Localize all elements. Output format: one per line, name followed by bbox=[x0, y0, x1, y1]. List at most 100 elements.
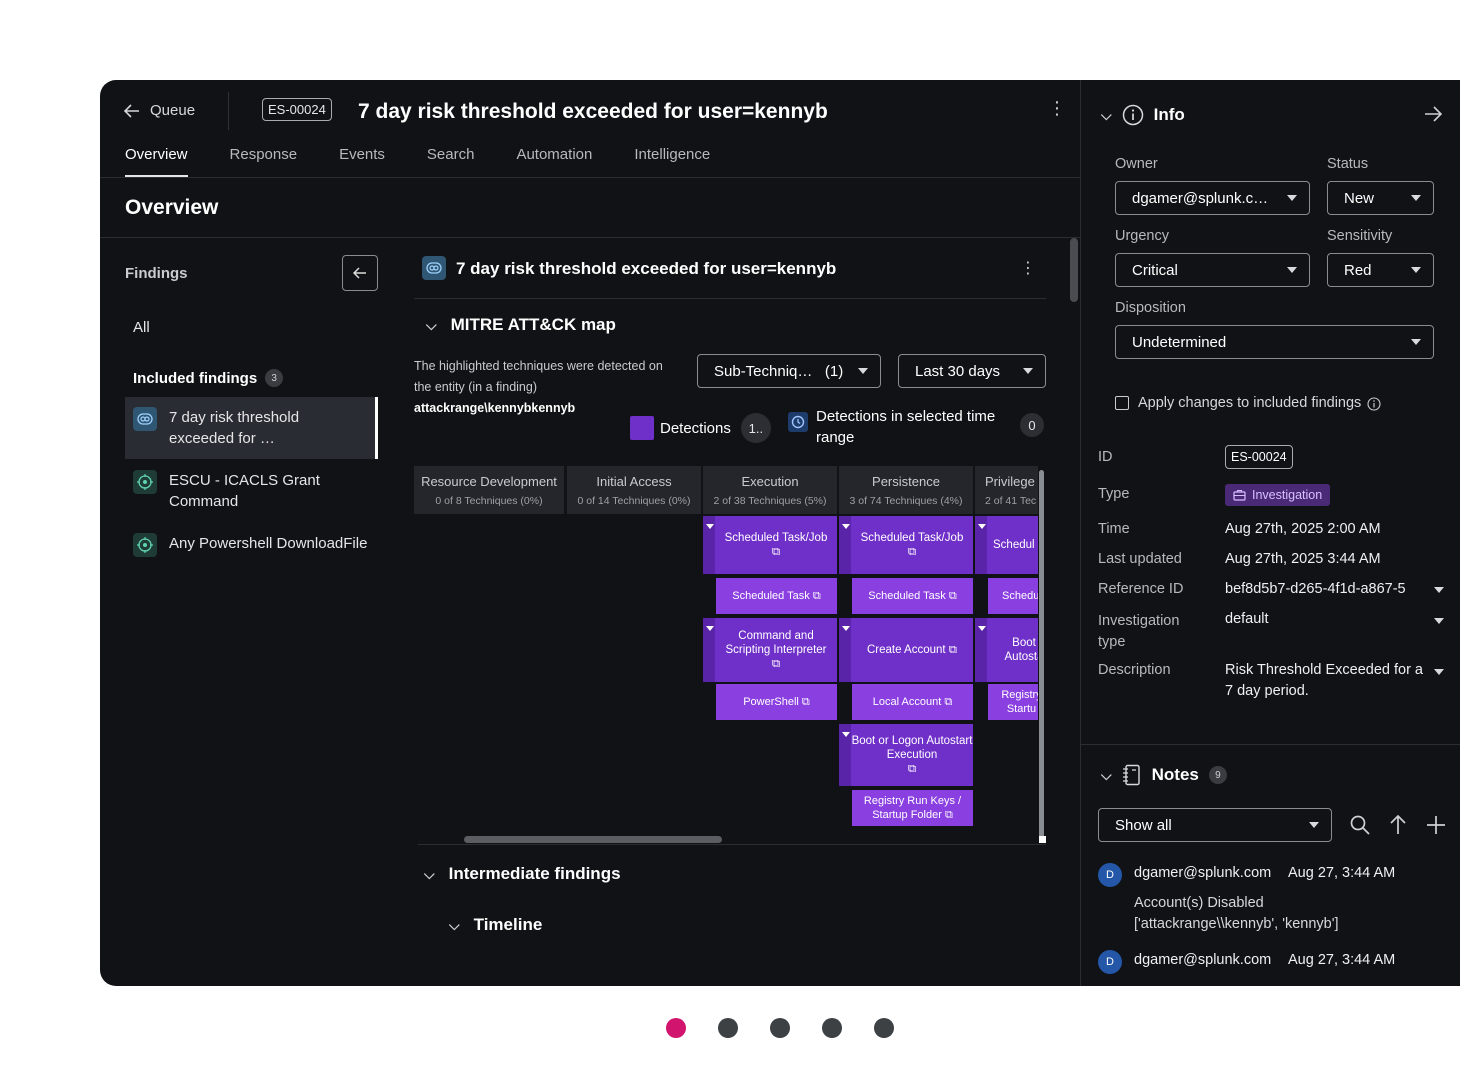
description-value: Risk Threshold Exceeded for a 7 day peri… bbox=[1225, 662, 1424, 699]
technique-cell[interactable]: Scheduled Task/Job ⧉ bbox=[703, 516, 837, 574]
column-header: Initial Access 0 of 14 Techniques (0%) bbox=[567, 466, 701, 514]
finding-item[interactable]: 7 day risk threshold exceeded for … bbox=[125, 397, 378, 459]
info-toggle[interactable]: ⌵ Info bbox=[1101, 104, 1185, 126]
finding-item[interactable]: ESCU - ICACLS Grant Command bbox=[125, 460, 378, 522]
status-dropdown[interactable]: New bbox=[1327, 181, 1434, 215]
external-link-icon: ⧉ bbox=[907, 546, 917, 558]
notes-filter-dropdown[interactable]: Show all bbox=[1098, 808, 1332, 842]
subtechnique-label: Registry Startu bbox=[1001, 689, 1038, 715]
plus-icon[interactable] bbox=[1427, 816, 1445, 834]
status-label: Status bbox=[1327, 156, 1369, 172]
type-label: Type bbox=[1098, 486, 1130, 502]
status-value: New bbox=[1344, 189, 1375, 207]
detection-icon bbox=[133, 470, 157, 494]
page-title: 7 day risk threshold exceeded for user=k… bbox=[358, 100, 828, 123]
carousel-dot[interactable] bbox=[770, 1018, 790, 1038]
carousel-dot[interactable] bbox=[822, 1018, 842, 1038]
findings-heading: Findings bbox=[125, 265, 188, 282]
id-value: ES-00024 bbox=[1225, 445, 1293, 469]
caret-down-icon bbox=[842, 626, 850, 631]
technique-cell[interactable]: Schedul bbox=[975, 516, 1038, 574]
arrow-up-icon[interactable] bbox=[1389, 815, 1407, 835]
legend-detections-label: Detections bbox=[660, 419, 731, 437]
findings-all[interactable]: All bbox=[133, 319, 150, 336]
urgency-dropdown[interactable]: Critical bbox=[1115, 253, 1310, 287]
kebab-icon[interactable]: ⋮ bbox=[1048, 98, 1066, 119]
owner-dropdown[interactable]: dgamer@splunk.c… bbox=[1115, 181, 1310, 215]
time-range-dropdown[interactable]: Last 30 days bbox=[898, 354, 1046, 388]
arrow-left-icon bbox=[124, 103, 139, 118]
technique-cell[interactable]: Command and Scripting Interpreter ⧉ bbox=[703, 618, 837, 682]
caret-down-icon bbox=[1411, 267, 1421, 273]
included-findings-count: 3 bbox=[265, 369, 284, 387]
tab-events[interactable]: Events bbox=[339, 146, 385, 177]
back-to-queue-button[interactable]: Queue bbox=[124, 102, 195, 119]
mitre-toggle[interactable]: ⌵ MITRE ATT&CK map bbox=[426, 315, 616, 335]
technique-cell[interactable]: Boot or Logon Autostart Execution ⧉ bbox=[839, 724, 973, 786]
carousel-dot[interactable] bbox=[874, 1018, 894, 1038]
subtechnique-cell[interactable]: PowerShell ⧉ bbox=[716, 684, 837, 720]
column-stats: 0 of 8 Techniques (0%) bbox=[435, 495, 543, 507]
subtechnique-cell[interactable]: Local Account ⧉ bbox=[852, 684, 973, 720]
note-text: Account(s) Disabled ['attackrange\\kenny… bbox=[1134, 895, 1339, 932]
note-time: Aug 27, 3:44 AM bbox=[1288, 865, 1396, 881]
collapse-findings-button[interactable] bbox=[342, 255, 378, 291]
sensitivity-dropdown[interactable]: Red bbox=[1327, 253, 1434, 287]
info-icon[interactable] bbox=[1367, 396, 1381, 411]
tab-intelligence[interactable]: Intelligence bbox=[634, 146, 710, 177]
intermediate-findings-toggle[interactable]: ⌵ Intermediate findings bbox=[424, 864, 621, 884]
notes-toggle[interactable]: ⌵ Notes 9 bbox=[1101, 764, 1227, 786]
subtechnique-cell[interactable]: Registry Startu bbox=[988, 684, 1038, 720]
subtechnique-cell[interactable]: Registry Run Keys / Startup Folder ⧉ bbox=[852, 790, 973, 826]
tab-overview[interactable]: Overview bbox=[125, 146, 188, 177]
column-name: Privilege bbox=[985, 474, 1035, 489]
carousel-dot[interactable] bbox=[718, 1018, 738, 1038]
column-stats: 2 of 38 Techniques (5%) bbox=[713, 495, 827, 507]
technique-cell[interactable]: Scheduled Task/Job ⧉ bbox=[839, 516, 973, 574]
info-icon bbox=[1122, 104, 1143, 126]
subtechnique-label: Scheduled Task ⧉ bbox=[732, 590, 821, 602]
avatar: D bbox=[1098, 950, 1122, 974]
info-heading: Info bbox=[1153, 105, 1185, 124]
caret-down-icon bbox=[1309, 822, 1319, 828]
search-icon[interactable] bbox=[1350, 815, 1370, 835]
tab-search[interactable]: Search bbox=[427, 146, 475, 177]
grid-horizontal-scrollbar[interactable] bbox=[464, 836, 722, 843]
subtechnique-label: Schedu bbox=[1002, 590, 1038, 602]
app-window: Queue ES-00024 7 day risk threshold exce… bbox=[100, 80, 1460, 986]
time-range-label: Last 30 days bbox=[915, 362, 1001, 380]
chevron-down-icon: ⌵ bbox=[424, 865, 435, 882]
technique-label: Schedul bbox=[993, 539, 1035, 551]
arrow-right-icon[interactable] bbox=[1423, 106, 1443, 122]
finding-label: 7 day risk threshold exceeded for … bbox=[169, 409, 300, 447]
carousel-dot[interactable] bbox=[666, 1018, 686, 1038]
top-bar: Queue ES-00024 7 day risk threshold exce… bbox=[100, 80, 1080, 142]
caret-down-icon bbox=[978, 626, 986, 631]
finding-title: 7 day risk threshold exceeded for user=k… bbox=[456, 259, 837, 278]
caret-down-icon[interactable] bbox=[1434, 587, 1444, 593]
technique-cell[interactable]: Boot Autosta bbox=[975, 618, 1038, 682]
grid-vertical-scrollbar[interactable] bbox=[1039, 470, 1044, 842]
column-stats: 0 of 14 Techniques (0%) bbox=[577, 495, 691, 507]
subtechnique-dropdown[interactable]: Sub-Techniq… (1) bbox=[697, 354, 881, 388]
kebab-icon[interactable]: ⋮ bbox=[1020, 258, 1036, 278]
finding-item[interactable]: Any Powershell DownloadFile bbox=[125, 523, 378, 567]
id-label: ID bbox=[1098, 449, 1113, 465]
disposition-label: Disposition bbox=[1115, 300, 1186, 316]
caret-down-icon[interactable] bbox=[1434, 669, 1444, 675]
subtechnique-cell[interactable]: Scheduled Task ⧉ bbox=[852, 578, 973, 614]
caret-down-icon[interactable] bbox=[1434, 618, 1444, 624]
column-name: Persistence bbox=[872, 474, 940, 489]
tab-automation[interactable]: Automation bbox=[516, 146, 592, 177]
disposition-dropdown[interactable]: Undetermined bbox=[1115, 325, 1434, 359]
apply-changes-checkbox[interactable] bbox=[1115, 396, 1129, 410]
tab-response[interactable]: Response bbox=[230, 146, 298, 177]
divider bbox=[418, 844, 1046, 845]
main-scrollbar[interactable] bbox=[1070, 238, 1078, 302]
reference-id-label: Reference ID bbox=[1098, 581, 1184, 597]
technique-cell[interactable]: Create Account ⧉ bbox=[839, 618, 973, 682]
subtechnique-cell[interactable]: Scheduled Task ⧉ bbox=[716, 578, 837, 614]
timeline-toggle[interactable]: ⌵ Timeline bbox=[449, 915, 542, 935]
sensitivity-label: Sensitivity bbox=[1327, 228, 1393, 244]
subtechnique-cell[interactable]: Schedu bbox=[988, 578, 1038, 614]
